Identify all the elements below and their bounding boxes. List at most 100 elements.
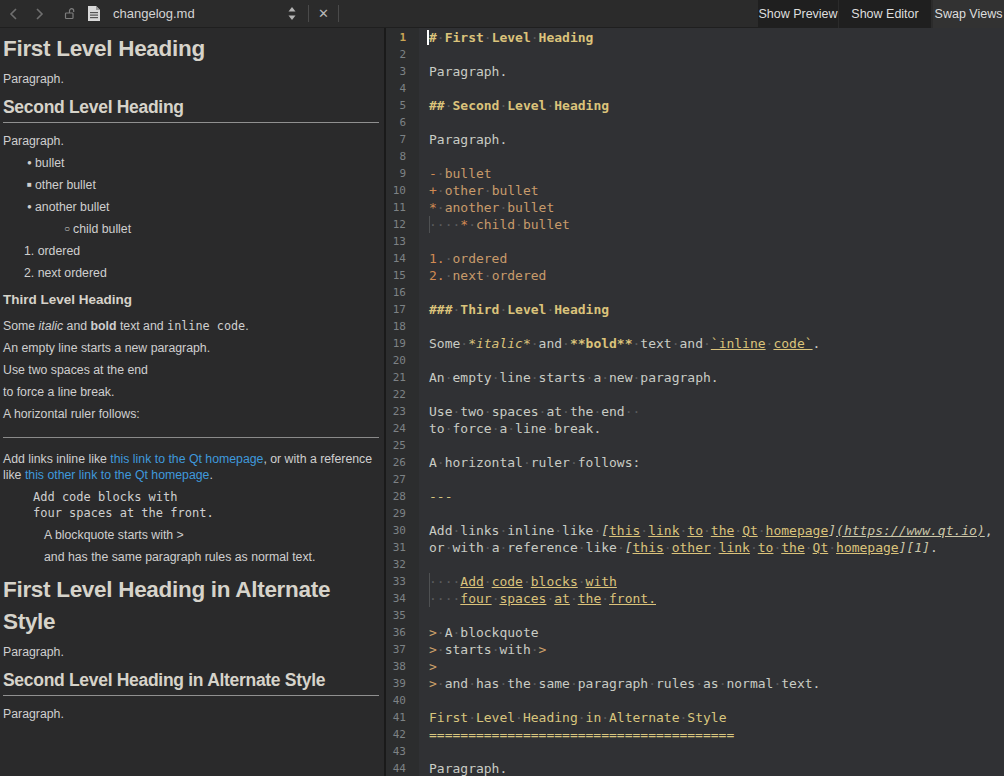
- chevron-right-icon: [35, 8, 44, 20]
- line-number: 37: [386, 641, 419, 658]
- editor-toolbar: changelog.md ✕ Show Preview Show Editor …: [0, 0, 1004, 28]
- line-number: 10: [386, 182, 419, 199]
- preview-ordered-item: 2. next ordered: [3, 265, 379, 281]
- editor-line[interactable]: >·A·blockquote: [429, 624, 1004, 641]
- editor-line[interactable]: [429, 114, 1004, 131]
- line-number: 33: [386, 573, 419, 590]
- forward-button[interactable]: [26, 0, 52, 27]
- line-number: 3: [386, 63, 419, 80]
- editor-line[interactable]: 1.·ordered: [429, 250, 1004, 267]
- editor-line[interactable]: [429, 386, 1004, 403]
- editor-line[interactable]: >·and·has·the·same·paragraph·rules·as·no…: [429, 675, 1004, 692]
- line-number: 7: [386, 131, 419, 148]
- bullet-square-icon: ■: [27, 177, 32, 193]
- preview-paragraph: A horizontal ruler follows:: [3, 406, 379, 422]
- markdown-editor-window: changelog.md ✕ Show Preview Show Editor …: [0, 0, 1004, 776]
- lock-button[interactable]: [56, 0, 82, 27]
- line-number: 8: [386, 148, 419, 165]
- editor-line[interactable]: Add·links·inline·like·[this·link·to·the·…: [429, 522, 1004, 539]
- editor-line[interactable]: ###·Third·Level·Heading: [429, 301, 1004, 318]
- editor-line[interactable]: [429, 284, 1004, 301]
- unlock-icon: [63, 7, 76, 20]
- editor-line[interactable]: ##·Second·Level·Heading: [429, 97, 1004, 114]
- editor-line[interactable]: Paragraph.: [429, 131, 1004, 148]
- line-number-gutter: 1234567891011121314151617181920212223242…: [386, 28, 419, 776]
- line-number: 36: [386, 624, 419, 641]
- back-button[interactable]: [0, 0, 26, 27]
- line-number: 2: [386, 46, 419, 63]
- line-number: 21: [386, 369, 419, 386]
- document-title[interactable]: changelog.md: [113, 6, 281, 21]
- editor-line[interactable]: #·First·Level·Heading: [429, 29, 1004, 46]
- editor-line[interactable]: [429, 692, 1004, 709]
- line-number: 16: [386, 284, 419, 301]
- editor-line[interactable]: =======================================: [429, 726, 1004, 743]
- editor-line[interactable]: 2.·next·ordered: [429, 267, 1004, 284]
- line-number: 25: [386, 437, 419, 454]
- line-number: 20: [386, 352, 419, 369]
- editor-line[interactable]: ---: [429, 488, 1004, 505]
- line-number: 22: [386, 386, 419, 403]
- preview-code-block: Add code blocks with four spaces at the …: [3, 489, 379, 521]
- editor-line[interactable]: [429, 318, 1004, 335]
- preview-blockquote: A blockquote starts with >and has the sa…: [44, 527, 379, 565]
- editor-line[interactable]: [429, 148, 1004, 165]
- editor-line[interactable]: First·Level·Heading·in·Alternate·Style: [429, 709, 1004, 726]
- line-number: 9: [386, 165, 419, 182]
- show-editor-button[interactable]: Show Editor: [839, 0, 931, 28]
- editor-line[interactable]: A·horizontal·ruler·follows:: [429, 454, 1004, 471]
- editor-line[interactable]: ····four·spaces·at·the·front.: [429, 590, 1004, 607]
- editor-line[interactable]: or·with·a·reference·like·[this·other·lin…: [429, 539, 1004, 556]
- preview-link[interactable]: this link to the Qt homepage: [110, 452, 263, 466]
- bullet-circle-icon: ○: [64, 221, 70, 237]
- editor-line[interactable]: ····Add·code·blocks·with: [429, 573, 1004, 590]
- editor-line[interactable]: [429, 556, 1004, 573]
- editor-line[interactable]: [429, 471, 1004, 488]
- editor-line[interactable]: -·bullet: [429, 165, 1004, 182]
- bullet-disc-icon: ●: [27, 155, 32, 171]
- editor-line[interactable]: [429, 80, 1004, 97]
- preview-link[interactable]: this other link to the Qt homepage: [25, 468, 210, 482]
- editor-line[interactable]: >·starts·with·>: [429, 641, 1004, 658]
- swap-views-button[interactable]: Swap Views: [933, 0, 1004, 28]
- editor-line[interactable]: [429, 607, 1004, 624]
- line-number: 6: [386, 114, 419, 131]
- line-number: 32: [386, 556, 419, 573]
- toolbar-separator: [308, 5, 309, 22]
- line-number: 44: [386, 760, 419, 776]
- editor-line[interactable]: An·empty·line·starts·a·new·paragraph.: [429, 369, 1004, 386]
- editor-line[interactable]: [429, 352, 1004, 369]
- preview-paragraph: Use two spaces at the end: [3, 362, 379, 378]
- line-number: 17: [386, 301, 419, 318]
- editor-line[interactable]: [429, 437, 1004, 454]
- file-type-icon-wrap: [82, 0, 106, 27]
- close-document-button[interactable]: ✕: [314, 6, 333, 21]
- document-dropdown[interactable]: [281, 0, 303, 27]
- preview-list-item: ○child bullet: [3, 221, 379, 237]
- line-number: 39: [386, 675, 419, 692]
- editor-line[interactable]: Paragraph.: [429, 63, 1004, 80]
- preview-ordered-item: 1. ordered: [3, 243, 379, 259]
- editor-line[interactable]: [429, 743, 1004, 760]
- bullet-disc-icon: ●: [27, 199, 32, 215]
- editor-line[interactable]: Use·two·spaces·at·the·end··: [429, 403, 1004, 420]
- editor-line[interactable]: Paragraph.: [429, 760, 1004, 776]
- line-number: 42: [386, 726, 419, 743]
- editor-line[interactable]: Some·*italic*·and·**bold**·text·and·`inl…: [429, 335, 1004, 352]
- code-text-area[interactable]: #·First·Level·Heading Paragraph. ##·Second…: [419, 28, 1004, 776]
- editor-line[interactable]: [429, 46, 1004, 63]
- line-number: 24: [386, 420, 419, 437]
- preview-heading: Third Level Heading: [3, 292, 379, 308]
- show-preview-button[interactable]: Show Preview: [758, 0, 838, 28]
- editor-line[interactable]: to·force·a·line·break.: [429, 420, 1004, 437]
- editor-line[interactable]: ····*·child·bullet: [429, 216, 1004, 233]
- toolbar-separator: [338, 5, 339, 22]
- preview-list-item: ●another bullet: [3, 199, 379, 215]
- editor-line[interactable]: [429, 233, 1004, 250]
- editor-line[interactable]: [429, 505, 1004, 522]
- line-number: 29: [386, 505, 419, 522]
- editor-line[interactable]: *·another·bullet: [429, 199, 1004, 216]
- editor-line[interactable]: >: [429, 658, 1004, 675]
- preview-paragraph: An empty line starts a new paragraph.: [3, 340, 379, 356]
- editor-line[interactable]: +·other·bullet: [429, 182, 1004, 199]
